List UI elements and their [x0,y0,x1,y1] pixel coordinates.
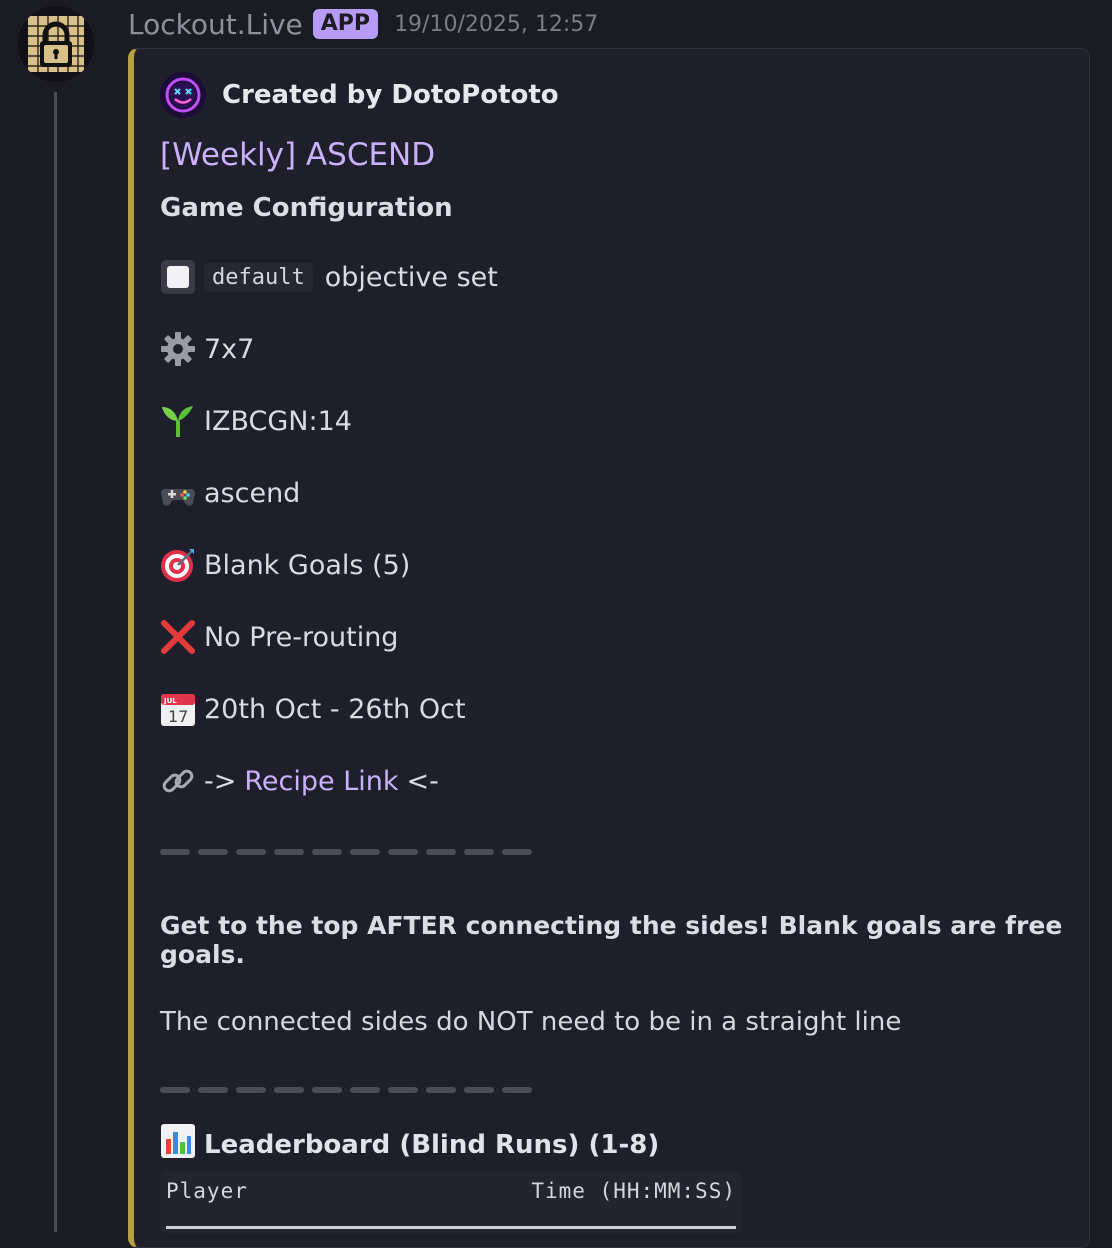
target-icon [160,547,196,583]
objective-code: default [204,262,313,292]
message-header: Lockout.Live APP 19/10/2025, 12:57 [128,4,598,44]
config-mode: ascend [160,473,1069,513]
seed-value: IZBCGN:14 [204,405,352,437]
calendar-icon: JUL 17 [160,691,196,727]
svg-text:17: 17 [168,707,188,726]
author-avatar[interactable] [160,72,206,118]
config-dates: JUL 17 20th Oct - 26th Oct [160,689,1069,729]
divider [160,849,1069,855]
divider [160,1087,1069,1093]
smiley-icon [160,72,206,118]
mode-value: ascend [204,477,301,509]
timestamp: 19/10/2025, 12:57 [394,11,599,37]
leaderboard-title: Leaderboard (Blind Runs) (1-8) [204,1129,660,1160]
config-size: 7x7 [160,329,1069,369]
recipe-prefix: -> [204,765,237,797]
dates-value: 20th Oct - 26th Oct [204,693,466,725]
leaderboard-table: Player Time (HH:MM:SS) [160,1172,742,1233]
lock-icon [18,6,94,82]
description-bold: Get to the top AFTER connecting the side… [160,911,1063,969]
author-name[interactable]: Created by DotoPototo [222,80,559,110]
app-avatar[interactable] [18,6,94,82]
app-name[interactable]: Lockout.Live [128,8,303,41]
section-title: Game Configuration [160,193,453,223]
config-seed: IZBCGN:14 [160,401,1069,441]
recipe-link[interactable]: Recipe Link [244,766,398,797]
embed-title[interactable]: [Weekly] ASCEND [160,137,1069,173]
bar-chart-icon [160,1123,196,1166]
description-plain: The connected sides do NOT need to be in… [160,1007,902,1037]
table-rule [166,1226,736,1229]
cross-mark-icon [160,619,196,655]
leaderboard-title-row: Leaderboard (Blind Runs) (1-8) [160,1123,1069,1166]
gear-icon [160,331,196,367]
config-recipe: -> Recipe Link <- [160,761,1069,801]
seedling-icon [160,403,196,439]
thread-line [54,92,57,1232]
objective-text: objective set [324,261,498,293]
embed-card: Created by DotoPototo [Weekly] ASCEND Ga… [128,48,1090,1248]
white-square-icon [160,259,196,295]
size-value: 7x7 [204,333,255,365]
column-header-time: Time (HH:MM:SS) [531,1179,736,1203]
goals-value: Blank Goals (5) [204,549,411,581]
config-goals: Blank Goals (5) [160,545,1069,585]
embed-author: Created by DotoPototo [160,71,1069,119]
game-controller-icon [160,475,196,511]
recipe-suffix: <- [406,765,439,797]
config-objective: default objective set [160,257,1069,297]
config-routing: No Pre-routing [160,617,1069,657]
link-icon [160,763,196,799]
svg-text:JUL: JUL [163,697,177,705]
app-badge: APP [312,9,379,39]
routing-value: No Pre-routing [204,621,399,653]
column-header-player: Player [166,1179,248,1203]
